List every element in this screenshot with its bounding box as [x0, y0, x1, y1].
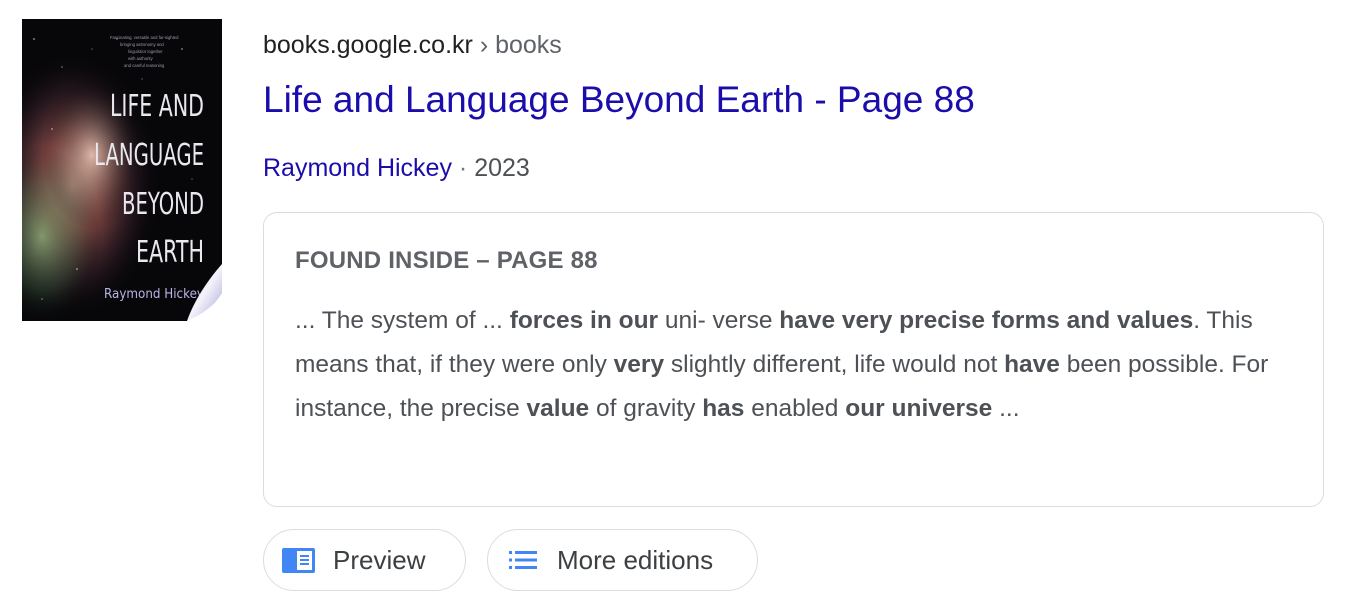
svg-text:BEYOND: BEYOND: [122, 187, 204, 222]
meta-separator: ·: [458, 154, 468, 182]
snippet-segment: ...: [992, 395, 1020, 422]
snippet-segment: slightly different, life would not: [664, 351, 1005, 378]
svg-text:and careful reasoning: and careful reasoning: [124, 63, 165, 68]
snippet-highlight: forces in our: [509, 307, 659, 334]
snippet-highlight: has: [702, 395, 745, 422]
svg-text:EARTH: EARTH: [136, 235, 204, 270]
svg-text:with authority: with authority: [128, 56, 154, 61]
preview-label: Preview: [333, 544, 426, 575]
snippet-segment: ... The system of ...: [295, 307, 510, 334]
snippet-segment: of gravity: [589, 395, 703, 422]
more-editions-button[interactable]: More editions: [487, 529, 758, 591]
svg-text:linguistics together: linguistics together: [128, 49, 163, 54]
snippet-text: ... The system of ... forces in our uni-…: [295, 299, 1292, 431]
publication-year: 2023: [474, 154, 530, 182]
snippet-highlight: have very precise forms and values: [779, 307, 1194, 334]
found-inside-label: FOUND INSIDE – PAGE 88: [295, 247, 598, 274]
result-url-breadcrumb[interactable]: books.google.co.kr › books: [263, 29, 562, 61]
snippet-segment: uni- verse: [658, 307, 780, 334]
svg-text:LIFE AND: LIFE AND: [110, 89, 204, 124]
snippet-highlight: value: [526, 395, 590, 422]
book-preview-icon: [282, 547, 315, 573]
list-icon: [509, 551, 537, 569]
book-cover-thumbnail[interactable]: Fascinating, versatile and far-sighted b…: [22, 19, 222, 321]
book-cover-image: Fascinating, versatile and far-sighted b…: [22, 19, 222, 321]
snippet-highlight: very: [613, 351, 665, 378]
svg-text:LANGUAGE: LANGUAGE: [94, 138, 204, 173]
breadcrumb-separator: ›: [479, 31, 489, 59]
author-link[interactable]: Raymond Hickey: [263, 154, 452, 182]
svg-text:bringing astronomy and: bringing astronomy and: [120, 42, 164, 47]
result-actions: Preview More editions: [263, 529, 758, 591]
found-inside-snippet[interactable]: FOUND INSIDE – PAGE 88 ... The system of…: [263, 212, 1324, 507]
more-editions-label: More editions: [557, 544, 714, 575]
result-path: books: [495, 31, 562, 59]
snippet-highlight: our universe: [845, 395, 993, 422]
cover-author: Raymond Hickey: [104, 287, 204, 302]
result-meta: Raymond Hickey · 2023: [263, 151, 530, 185]
snippet-highlight: have: [1004, 351, 1060, 378]
svg-text:Fascinating, versatile and far: Fascinating, versatile and far-sighted: [110, 35, 179, 40]
preview-button[interactable]: Preview: [263, 529, 466, 591]
result-site: books.google.co.kr: [263, 31, 473, 59]
result-title-link[interactable]: Life and Language Beyond Earth - Page 88: [263, 76, 975, 124]
snippet-segment: enabled: [744, 395, 846, 422]
